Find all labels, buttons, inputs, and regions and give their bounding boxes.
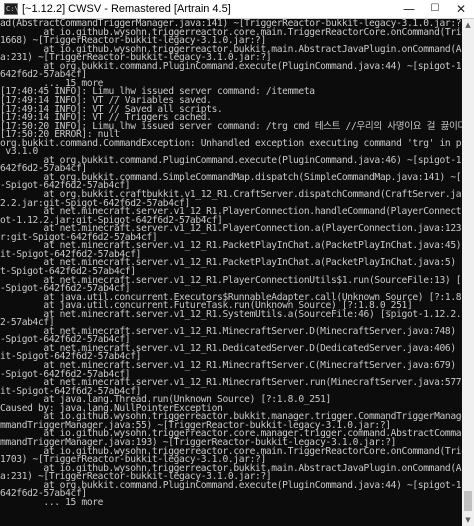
- minimize-button[interactable]: —: [396, 0, 422, 18]
- scroll-up-arrow-icon[interactable]: ▲: [462, 19, 474, 31]
- vertical-scrollbar[interactable]: ▲ ▼: [462, 19, 474, 526]
- close-button[interactable]: ✕: [448, 0, 474, 18]
- window-title: [~1.12.2] CWSV - Remastered [Artrain 4.5…: [22, 3, 231, 15]
- console-line: at net.minecraft.server.v1_12_R1.SystemU…: [43, 308, 462, 320]
- console-icon-label: C:\: [6, 5, 19, 13]
- title-bar[interactable]: C:\ [~1.12.2] CWSV - Remastered [Artrain…: [0, 0, 474, 19]
- scroll-down-arrow-icon[interactable]: ▼: [462, 514, 474, 526]
- console-line: org.bukkit.command.CommandException: Unh…: [0, 137, 462, 149]
- console-line: ... 15 more: [0, 496, 104, 508]
- console-app-icon[interactable]: C:\: [4, 3, 19, 15]
- console-output[interactable]: ad(AbstractCommandTriggerManager.java:14…: [0, 19, 462, 526]
- maximize-button[interactable]: ☐: [422, 0, 448, 18]
- scroll-thumb[interactable]: [464, 491, 472, 511]
